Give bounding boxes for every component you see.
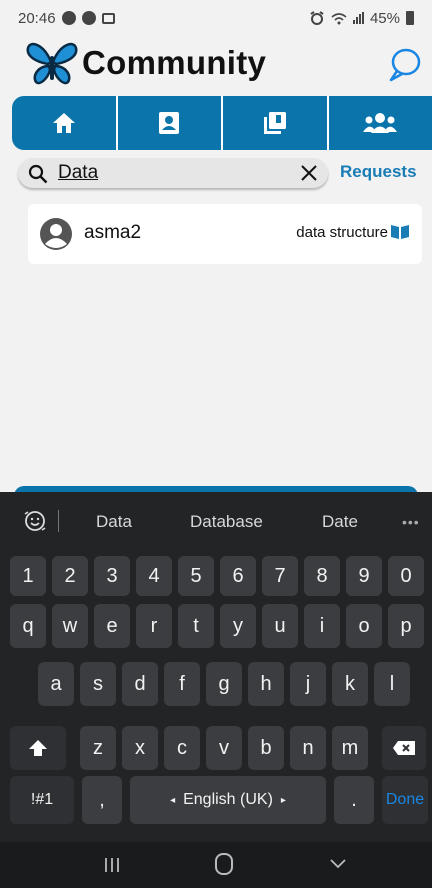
key-n[interactable]: n xyxy=(290,726,326,770)
suggestion-2[interactable]: Database xyxy=(190,512,263,532)
search-box xyxy=(18,158,328,188)
done-key[interactable]: Done xyxy=(382,776,428,824)
key-a[interactable]: a xyxy=(38,662,74,706)
period-key[interactable]: . xyxy=(334,776,374,824)
messenger-notification-icon xyxy=(61,11,76,25)
key-p[interactable]: p xyxy=(388,604,424,648)
space-key[interactable]: ◂ English (UK) ▸ xyxy=(130,776,326,824)
key-0[interactable]: 0 xyxy=(388,556,424,596)
contact-book-icon xyxy=(159,112,180,134)
key-y[interactable]: y xyxy=(220,604,256,648)
alarm-icon xyxy=(310,11,324,25)
close-icon[interactable] xyxy=(300,164,318,182)
key-c[interactable]: c xyxy=(164,726,200,770)
app-notification-icon xyxy=(81,11,96,25)
result-username: asma2 xyxy=(84,222,142,243)
key-r[interactable]: r xyxy=(136,604,172,648)
butterfly-logo-icon xyxy=(26,42,78,85)
suggestion-bar: Data Database Date ••• xyxy=(0,492,432,548)
comma-key[interactable]: , xyxy=(82,776,122,824)
home-button[interactable] xyxy=(215,853,233,875)
key-l[interactable]: l xyxy=(374,662,410,706)
recent-apps-icon[interactable] xyxy=(103,856,121,874)
key-q[interactable]: q xyxy=(10,604,46,648)
result-course: data structure xyxy=(296,224,388,241)
battery-icon xyxy=(406,11,414,25)
key-g[interactable]: g xyxy=(206,662,242,706)
status-time: 20:46 xyxy=(18,9,56,27)
key-2[interactable]: 2 xyxy=(52,556,88,596)
tab-bar xyxy=(12,96,432,150)
search-input[interactable] xyxy=(58,162,288,184)
chat-icon[interactable] xyxy=(386,44,422,84)
app-header: Community xyxy=(0,38,432,94)
key-d[interactable]: d xyxy=(122,662,158,706)
suggestion-1[interactable]: Data xyxy=(96,512,132,532)
back-icon[interactable] xyxy=(328,854,348,874)
people-icon xyxy=(363,113,398,133)
key-x[interactable]: x xyxy=(122,726,158,770)
key-z[interactable]: z xyxy=(80,726,116,770)
emoji-icon[interactable] xyxy=(22,508,48,534)
avatar xyxy=(40,218,72,250)
tab-home[interactable] xyxy=(12,96,118,150)
battery-percent: 45% xyxy=(369,9,400,27)
key-1[interactable]: 1 xyxy=(10,556,46,596)
shift-icon xyxy=(29,740,47,756)
key-5[interactable]: 5 xyxy=(178,556,214,596)
key-4[interactable]: 4 xyxy=(136,556,172,596)
key-s[interactable]: s xyxy=(80,662,116,706)
key-h[interactable]: h xyxy=(248,662,284,706)
key-j[interactable]: j xyxy=(290,662,326,706)
search-row: Requests xyxy=(18,156,432,190)
key-k[interactable]: k xyxy=(332,662,368,706)
page-title: Community xyxy=(82,44,267,81)
tab-community[interactable] xyxy=(329,96,432,150)
key-v[interactable]: v xyxy=(206,726,242,770)
key-8[interactable]: 8 xyxy=(304,556,340,596)
soft-keyboard: Data Database Date ••• !#1 , ◂ English (… xyxy=(0,492,432,888)
key-i[interactable]: i xyxy=(304,604,340,648)
shift-key[interactable] xyxy=(10,726,66,770)
status-bar: 20:46 45% xyxy=(0,0,432,36)
key-3[interactable]: 3 xyxy=(94,556,130,596)
list-item[interactable]: asma2 data structure xyxy=(28,204,422,264)
search-icon xyxy=(28,164,48,184)
home-icon xyxy=(52,113,75,133)
gallery-notification-icon xyxy=(101,12,115,24)
symbols-key[interactable]: !#1 xyxy=(10,776,74,824)
tab-contacts[interactable] xyxy=(118,96,223,150)
tab-library[interactable] xyxy=(223,96,329,150)
backspace-key[interactable] xyxy=(382,726,426,770)
key-b[interactable]: b xyxy=(248,726,284,770)
key-f[interactable]: f xyxy=(164,662,200,706)
more-icon[interactable]: ••• xyxy=(402,514,420,530)
system-nav-bar xyxy=(0,842,432,888)
requests-link[interactable]: Requests xyxy=(340,162,417,182)
key-7[interactable]: 7 xyxy=(262,556,298,596)
wifi-icon xyxy=(331,12,347,24)
key-e[interactable]: e xyxy=(94,604,130,648)
key-t[interactable]: t xyxy=(178,604,214,648)
book-icon xyxy=(391,225,409,239)
backspace-icon xyxy=(393,741,415,755)
key-o[interactable]: o xyxy=(346,604,382,648)
key-m[interactable]: m xyxy=(332,726,368,770)
key-9[interactable]: 9 xyxy=(346,556,382,596)
key-u[interactable]: u xyxy=(262,604,298,648)
divider xyxy=(58,510,59,532)
library-icon xyxy=(263,112,286,134)
signal-icon xyxy=(352,12,364,24)
suggestion-3[interactable]: Date xyxy=(322,512,358,532)
language-label: English (UK) xyxy=(183,791,273,808)
key-6[interactable]: 6 xyxy=(220,556,256,596)
key-w[interactable]: w xyxy=(52,604,88,648)
